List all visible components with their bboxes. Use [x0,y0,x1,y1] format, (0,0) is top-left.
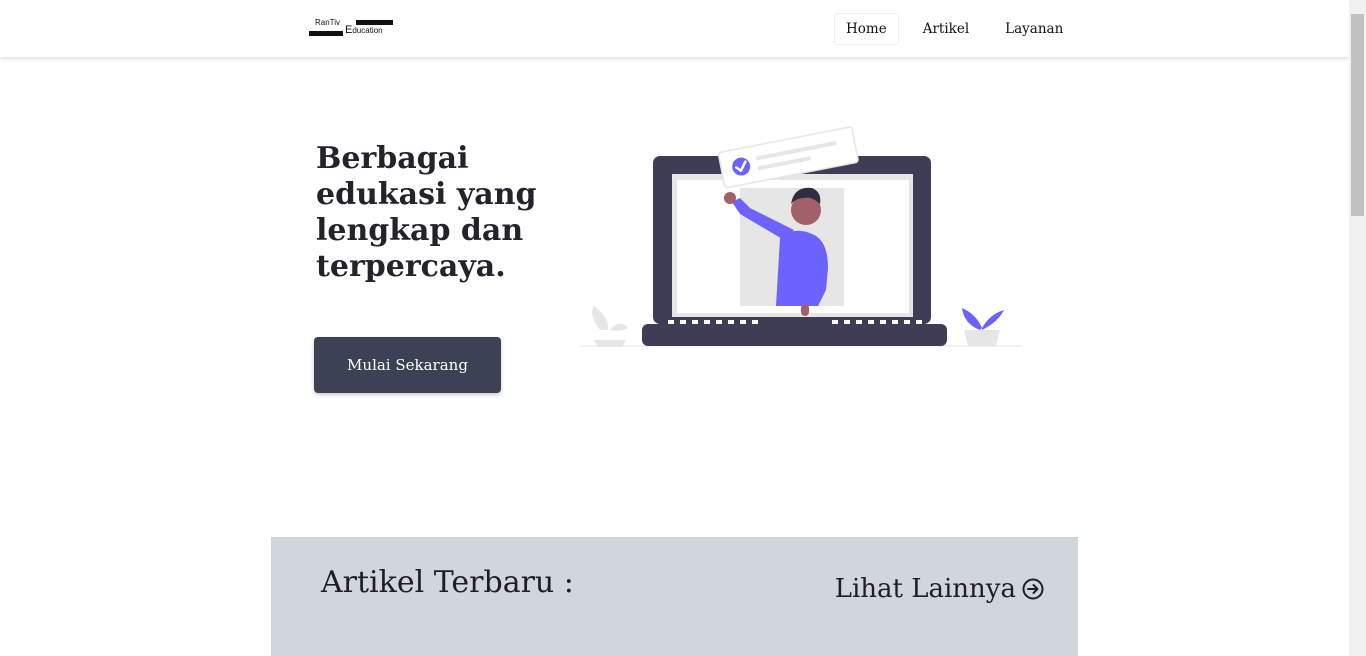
logo-text-rest: ducation [352,26,383,35]
page: RanTiv Education Home Artikel Layanan Be… [0,0,1349,656]
main-nav: Home Artikel Layanan [835,14,1088,44]
logo-text-bottom: Education [345,24,383,36]
nav-item-artikel[interactable]: Artikel [912,14,980,44]
page-scrollbar[interactable] [1349,0,1366,656]
nav-item-layanan[interactable]: Layanan [994,14,1074,44]
left-plant [592,306,628,347]
logo-bar-bottom [309,31,343,36]
logo-text-top: RanTiv [315,18,341,27]
hero-title: Berbagai edukasi yang lengkap dan terper… [316,141,537,284]
start-now-button[interactable]: Mulai Sekarang [314,337,501,393]
latest-articles-section: Artikel Terbaru : Lihat Lainnya [271,537,1078,656]
latest-articles-title: Artikel Terbaru : [321,565,574,600]
person-on-laptop-illustration [580,126,1022,347]
site-header: RanTiv Education Home Artikel Layanan [0,0,1349,57]
arrow-circle-right-icon [1022,578,1044,600]
scrollbar-thumb[interactable] [1351,14,1364,216]
see-more-link[interactable]: Lihat Lainnya [835,574,1044,604]
see-more-label: Lihat Lainnya [834,574,1016,604]
logo[interactable]: RanTiv Education [309,18,395,40]
nav-item-home[interactable]: Home [835,14,898,44]
right-plant [962,308,1004,346]
